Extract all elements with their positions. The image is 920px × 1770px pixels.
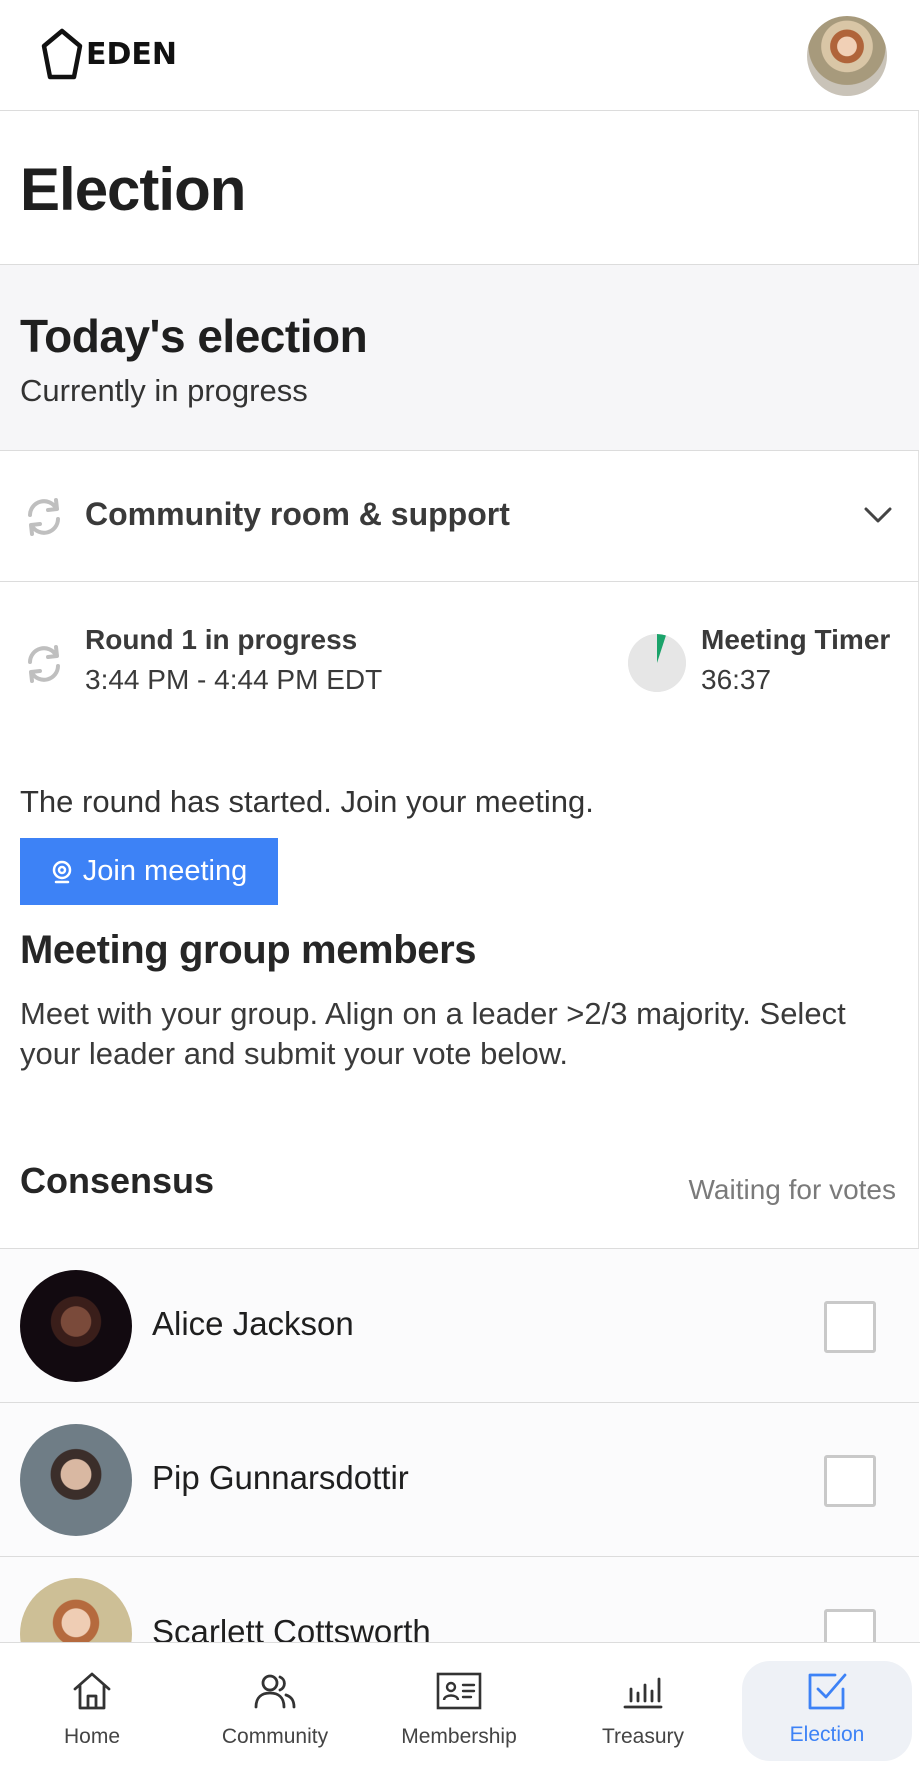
- meeting-group-title: Meeting group members: [20, 928, 477, 972]
- chevron-down-icon[interactable]: [862, 503, 894, 527]
- todays-election-section: Today's election Currently in progress: [0, 265, 919, 451]
- election-icon: [805, 1667, 849, 1715]
- todays-election-status: Currently in progress: [20, 373, 308, 408]
- round-title: Round 1 in progress: [85, 624, 358, 655]
- member-avatar: [20, 1424, 132, 1536]
- round-time: 3:44 PM - 4:44 PM EDT: [85, 664, 383, 695]
- nav-item-membership[interactable]: Membership: [374, 1643, 544, 1770]
- timer-value: 36:37: [701, 664, 772, 695]
- nav-label-community: Community: [221, 1725, 329, 1748]
- treasury-icon: [621, 1667, 665, 1715]
- round-status: Round 1 in progress 3:44 PM - 4:44 PM ED…: [0, 582, 919, 732]
- main-content: EDEN Election Today's election Currently…: [0, 0, 919, 1770]
- logo-pentagon-icon: [41, 28, 83, 80]
- membership-icon: [435, 1667, 483, 1715]
- timer-pie-icon: [628, 634, 686, 692]
- round-started-text: The round has started. Join your meeting…: [20, 784, 594, 819]
- timer-label: Meeting Timer: [701, 624, 891, 655]
- nav-item-home[interactable]: Home: [7, 1643, 177, 1770]
- nav-item-election[interactable]: Election: [742, 1661, 912, 1761]
- page-title-section: Election: [0, 111, 919, 265]
- join-meeting-label: Join meeting: [82, 855, 248, 887]
- nav-item-treasury[interactable]: Treasury: [558, 1643, 728, 1770]
- nav-item-community[interactable]: Community: [190, 1643, 360, 1770]
- refresh-icon: [28, 498, 60, 536]
- member-row[interactable]: Pip Gunnarsdottir: [0, 1402, 919, 1556]
- join-meeting-button[interactable]: Join meeting: [20, 838, 278, 905]
- nav-label-home: Home: [63, 1725, 121, 1748]
- community-room-accordion[interactable]: Community room & support: [0, 451, 919, 582]
- community-icon: [252, 1667, 298, 1715]
- consensus-status: Waiting for votes: [688, 1174, 896, 1205]
- member-list: Alice Jackson Pip Gunnarsdottir Scarlett…: [0, 1248, 919, 1710]
- top-bar: EDEN: [0, 0, 919, 111]
- nav-label-treasury: Treasury: [601, 1725, 685, 1748]
- member-avatar: [20, 1270, 132, 1382]
- nav-label-membership: Membership: [401, 1725, 517, 1748]
- webcam-icon: [51, 860, 73, 884]
- community-room-label: Community room & support: [85, 496, 510, 532]
- member-row[interactable]: Alice Jackson: [0, 1248, 919, 1402]
- home-icon: [70, 1667, 114, 1715]
- bottom-nav: Home Community Membership Treasury Elect…: [0, 1642, 920, 1770]
- refresh-icon: [28, 645, 60, 683]
- member-vote-checkbox[interactable]: [824, 1301, 876, 1353]
- nav-label-election: Election: [789, 1723, 865, 1746]
- page-title: Election: [20, 156, 246, 223]
- eden-logo[interactable]: EDEN: [40, 28, 177, 80]
- user-avatar[interactable]: [807, 16, 887, 96]
- meeting-group-description: Meet with your group. Align on a leader …: [20, 996, 846, 1071]
- app-page: EDEN Election Today's election Currently…: [0, 0, 920, 1770]
- member-name: Alice Jackson: [152, 1305, 354, 1342]
- member-name: Pip Gunnarsdottir: [152, 1459, 409, 1496]
- member-vote-checkbox[interactable]: [824, 1455, 876, 1507]
- todays-election-title: Today's election: [20, 310, 368, 362]
- consensus-title: Consensus: [20, 1160, 215, 1201]
- logo-text: EDEN: [86, 36, 177, 72]
